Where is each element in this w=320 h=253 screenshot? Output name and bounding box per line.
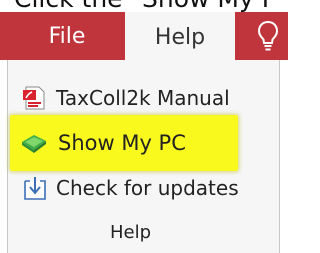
manual-label: TaxColl2k Manual: [56, 86, 230, 110]
group-label-help: Help: [110, 222, 152, 243]
manual-button[interactable]: TaxColl2k Manual: [22, 83, 230, 113]
tab-file[interactable]: File: [38, 12, 96, 60]
lightbulb-icon[interactable]: [257, 20, 279, 52]
check-for-updates-label: Check for updates: [56, 176, 239, 200]
tab-help[interactable]: Help: [125, 12, 235, 62]
show-my-pc-button[interactable]: Show My PC: [20, 126, 186, 160]
show-my-pc-label: Show My PC: [58, 131, 186, 155]
panel-divider: [279, 60, 280, 253]
screenshot-root: Click the "Show My P File Help TaxColl2k…: [0, 0, 288, 253]
pdf-document-icon: [23, 86, 45, 110]
download-arrow-icon: [24, 177, 46, 200]
check-for-updates-button[interactable]: Check for updates: [22, 172, 239, 204]
monitor-icon: [22, 135, 46, 153]
